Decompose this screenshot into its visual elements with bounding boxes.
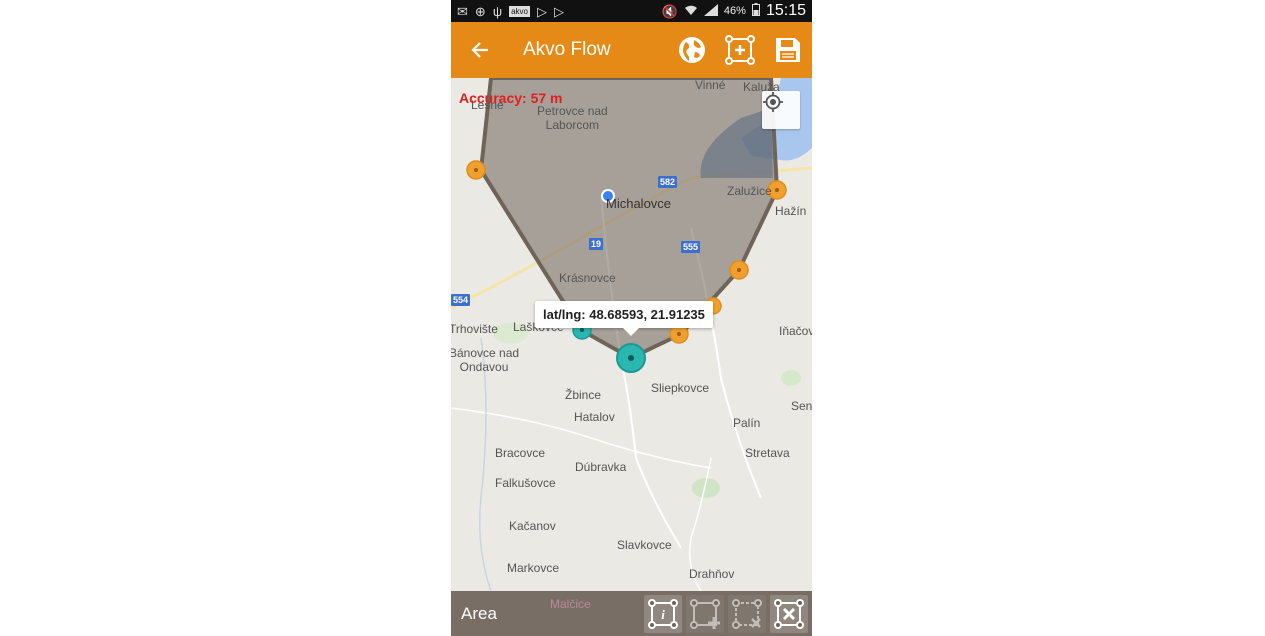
- road-number: 19: [589, 238, 604, 250]
- add-area-button[interactable]: [716, 22, 764, 78]
- play-store-icon: ▷: [537, 3, 547, 19]
- play-store-icon: ▷: [554, 3, 564, 19]
- wifi-icon: [684, 4, 698, 18]
- area-info-button[interactable]: i: [644, 594, 682, 633]
- gps-icon: ⊕: [474, 3, 486, 19]
- place-label: Hažín: [775, 204, 807, 218]
- area-label: Area: [461, 603, 497, 623]
- map-view[interactable]: Lesné Vinné Kaluža Petrovce nad Laborcom…: [451, 78, 812, 591]
- place-label: Sen: [791, 399, 812, 413]
- remove-point-icon: [732, 598, 762, 629]
- clock: 15:15: [765, 2, 806, 19]
- usb-icon: ψ: [492, 3, 503, 19]
- add-vertex-button[interactable]: [686, 594, 724, 633]
- place-label: Bracovce: [495, 446, 546, 460]
- close-icon: [774, 598, 804, 629]
- road-number: 555: [681, 241, 701, 253]
- place-label: Michalovce: [606, 196, 672, 211]
- save-button[interactable]: [764, 22, 812, 78]
- place-label: Palín: [733, 416, 761, 430]
- place-label: Dúbravka: [575, 460, 627, 474]
- place-label: Žbince: [565, 388, 602, 402]
- place-label: Trhovište: [451, 322, 498, 336]
- place-label: Hatalov: [574, 410, 615, 424]
- place-label: Zalužice: [727, 184, 772, 198]
- app-title: Akvo Flow: [523, 39, 611, 60]
- place-label: Sliepkovce: [651, 381, 710, 395]
- add-point-icon: [690, 598, 720, 629]
- place-label: Iňačov: [779, 324, 812, 338]
- place-label: Drahňov: [689, 567, 735, 581]
- arrow-left-icon: [471, 42, 488, 58]
- place-label: Markovce: [507, 561, 560, 575]
- place-label: Falkušovce: [495, 476, 556, 490]
- delete-vertex-button[interactable]: [728, 594, 766, 633]
- place-label: Petrovce nad Laborcom: [537, 104, 608, 132]
- place-label: Stretava: [745, 446, 790, 460]
- battery-icon: [751, 3, 760, 19]
- crosshair-icon: [763, 92, 783, 112]
- place-label: Kačanov: [509, 519, 556, 533]
- phone-screen: ✉ ⊕ ψ akvo ▷ ▷ 🔇 46% 15:15 Akvo Flow Les…: [451, 0, 812, 636]
- status-bar: ✉ ⊕ ψ akvo ▷ ▷ 🔇 46% 15:15: [451, 0, 812, 22]
- signal-icon: [703, 4, 718, 18]
- mute-icon: 🔇: [661, 3, 678, 19]
- app-bar: Akvo Flow: [451, 22, 812, 78]
- info-icon: i: [648, 598, 678, 629]
- save-icon: [776, 38, 800, 62]
- place-label: Slavkovce: [617, 538, 672, 552]
- delete-area-button[interactable]: [770, 594, 808, 633]
- road-number: 582: [658, 176, 678, 188]
- place-label: Vinné: [695, 78, 726, 92]
- accuracy-label: Accuracy: 57 m: [459, 90, 563, 106]
- map-type-button[interactable]: [668, 22, 716, 78]
- svg-text:i: i: [661, 607, 665, 622]
- add-point-icon: [725, 35, 755, 65]
- akvo-icon: akvo: [509, 5, 530, 17]
- back-button[interactable]: [451, 22, 509, 78]
- place-label: Bánovce nad Ondavou: [451, 346, 520, 374]
- battery-percent: 46%: [723, 5, 746, 17]
- place-label: Malčice: [550, 597, 591, 611]
- coordinate-tooltip: lat/lng: 48.68593, 21.91235: [535, 301, 713, 336]
- mail-icon: ✉: [457, 3, 468, 19]
- road-number: 554: [451, 294, 471, 306]
- my-location-button[interactable]: [762, 91, 800, 129]
- place-label: Krásnovce: [559, 271, 616, 285]
- bottom-toolbar: Malčice Area i: [451, 591, 812, 636]
- globe-icon: [679, 37, 705, 63]
